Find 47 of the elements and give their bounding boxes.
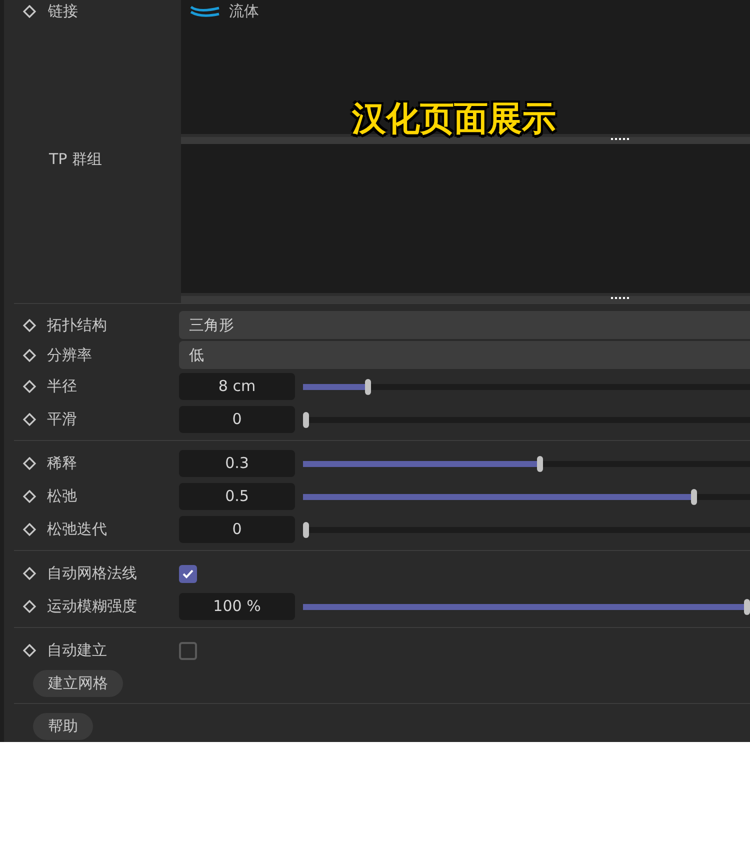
field-label: 稀释 [47,453,78,474]
action-button[interactable]: 帮助 [33,712,93,740]
checkmark-icon [182,568,194,578]
number-field[interactable]: 8 cm [179,373,295,400]
caption-text: 汉化页面展示 [352,98,556,141]
number-field[interactable]: 0.3 [179,450,295,477]
number-field[interactable]: 0 [179,516,295,543]
keyframe-diamond-icon[interactable] [23,600,36,613]
slider[interactable] [303,410,750,428]
slider[interactable] [303,454,750,472]
keyframe-diamond-icon[interactable] [23,4,36,18]
keyframe-diamond-icon[interactable] [23,523,36,536]
field-label: 自动网格法线 [47,563,138,584]
slider[interactable] [303,520,750,538]
field-label: 平滑 [47,409,78,430]
field-label: 分辨率 [47,344,93,366]
checkbox[interactable] [179,642,197,660]
number-field[interactable]: 0.5 [179,483,295,510]
action-button[interactable]: 建立网格 [33,670,123,696]
slider[interactable] [303,378,750,396]
field-label: 自动建立 [47,640,108,662]
link-label: 链接 [48,0,78,22]
field-label: 拓扑结构 [47,314,108,336]
field-label: 松弛迭代 [47,519,108,540]
keyframe-diamond-icon[interactable] [23,318,36,332]
field-label: 松弛 [47,486,78,508]
number-field[interactable]: 0 [179,406,295,433]
keyframe-diamond-icon[interactable] [23,413,36,426]
slider[interactable] [303,488,750,506]
dropdown[interactable]: 三角形 [179,311,750,339]
keyframe-diamond-icon[interactable] [23,567,36,580]
keyframe-diamond-icon[interactable] [23,348,36,362]
checkbox[interactable] [179,564,197,582]
field-label: 运动模糊强度 [47,596,138,618]
keyframe-diamond-icon[interactable] [23,644,36,657]
keyframe-diamond-icon[interactable] [23,380,36,393]
waves-icon [189,4,221,18]
splitter-handle[interactable] [181,293,750,303]
group-label: TP 群组 [49,149,102,170]
dropdown[interactable]: 低 [179,341,750,369]
splitter-handle[interactable] [181,134,750,144]
keyframe-diamond-icon[interactable] [23,457,36,470]
keyframe-diamond-icon[interactable] [23,490,36,503]
slider[interactable] [303,598,750,616]
field-label: 半径 [47,376,78,398]
number-field[interactable]: 100 % [179,593,295,620]
list-item[interactable]: 流体 [189,2,259,20]
